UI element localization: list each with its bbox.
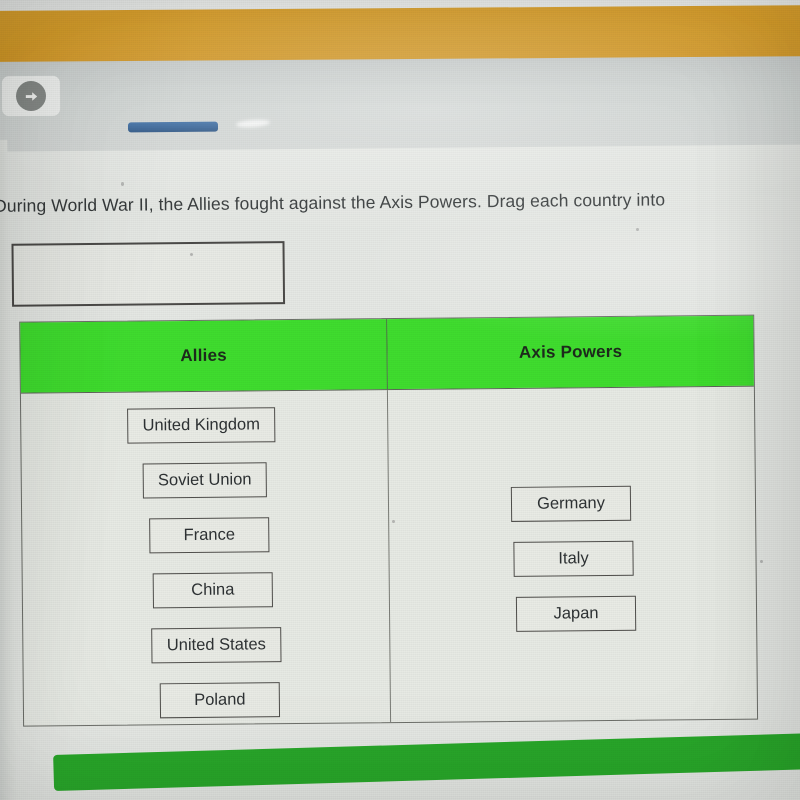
question-content: During World War II, the Allies fought a… — [0, 0, 800, 800]
axis-card-list: Germany Italy Japan — [388, 397, 756, 633]
country-card[interactable]: Poland — [159, 682, 281, 719]
column-header-allies: Allies — [20, 319, 388, 393]
column-cell-allies[interactable]: United Kingdom Soviet Union France China… — [20, 390, 392, 726]
country-card[interactable]: Italy — [513, 540, 634, 577]
column-cell-axis-powers[interactable]: Germany Italy Japan — [388, 387, 757, 722]
country-card[interactable]: China — [152, 572, 273, 609]
column-header-axis-powers: Axis Powers — [387, 315, 754, 390]
country-card[interactable]: United Kingdom — [127, 407, 276, 444]
allies-card-list: United Kingdom Soviet Union France China… — [21, 400, 390, 719]
country-card[interactable]: Japan — [515, 595, 637, 632]
country-card[interactable]: Germany — [510, 485, 632, 522]
submit-button[interactable] — [53, 731, 800, 792]
dust-speck — [392, 520, 395, 523]
country-card[interactable]: United States — [151, 627, 282, 664]
country-card[interactable]: France — [149, 517, 270, 554]
country-card[interactable]: Soviet Union — [142, 462, 267, 499]
dust-speck — [121, 182, 124, 186]
photo-of-screen: During World War II, the Allies fought a… — [0, 0, 800, 800]
drop-zone-empty[interactable] — [11, 241, 286, 307]
dust-speck — [190, 253, 193, 256]
table-body-row: United Kingdom Soviet Union France China… — [20, 387, 757, 726]
categorization-table: Allies Axis Powers United Kingdom Soviet… — [19, 314, 759, 727]
dust-speck — [636, 228, 639, 231]
table-header-row: Allies Axis Powers — [20, 315, 754, 394]
dust-speck — [760, 560, 763, 563]
question-prompt: During World War II, the Allies fought a… — [0, 189, 666, 216]
